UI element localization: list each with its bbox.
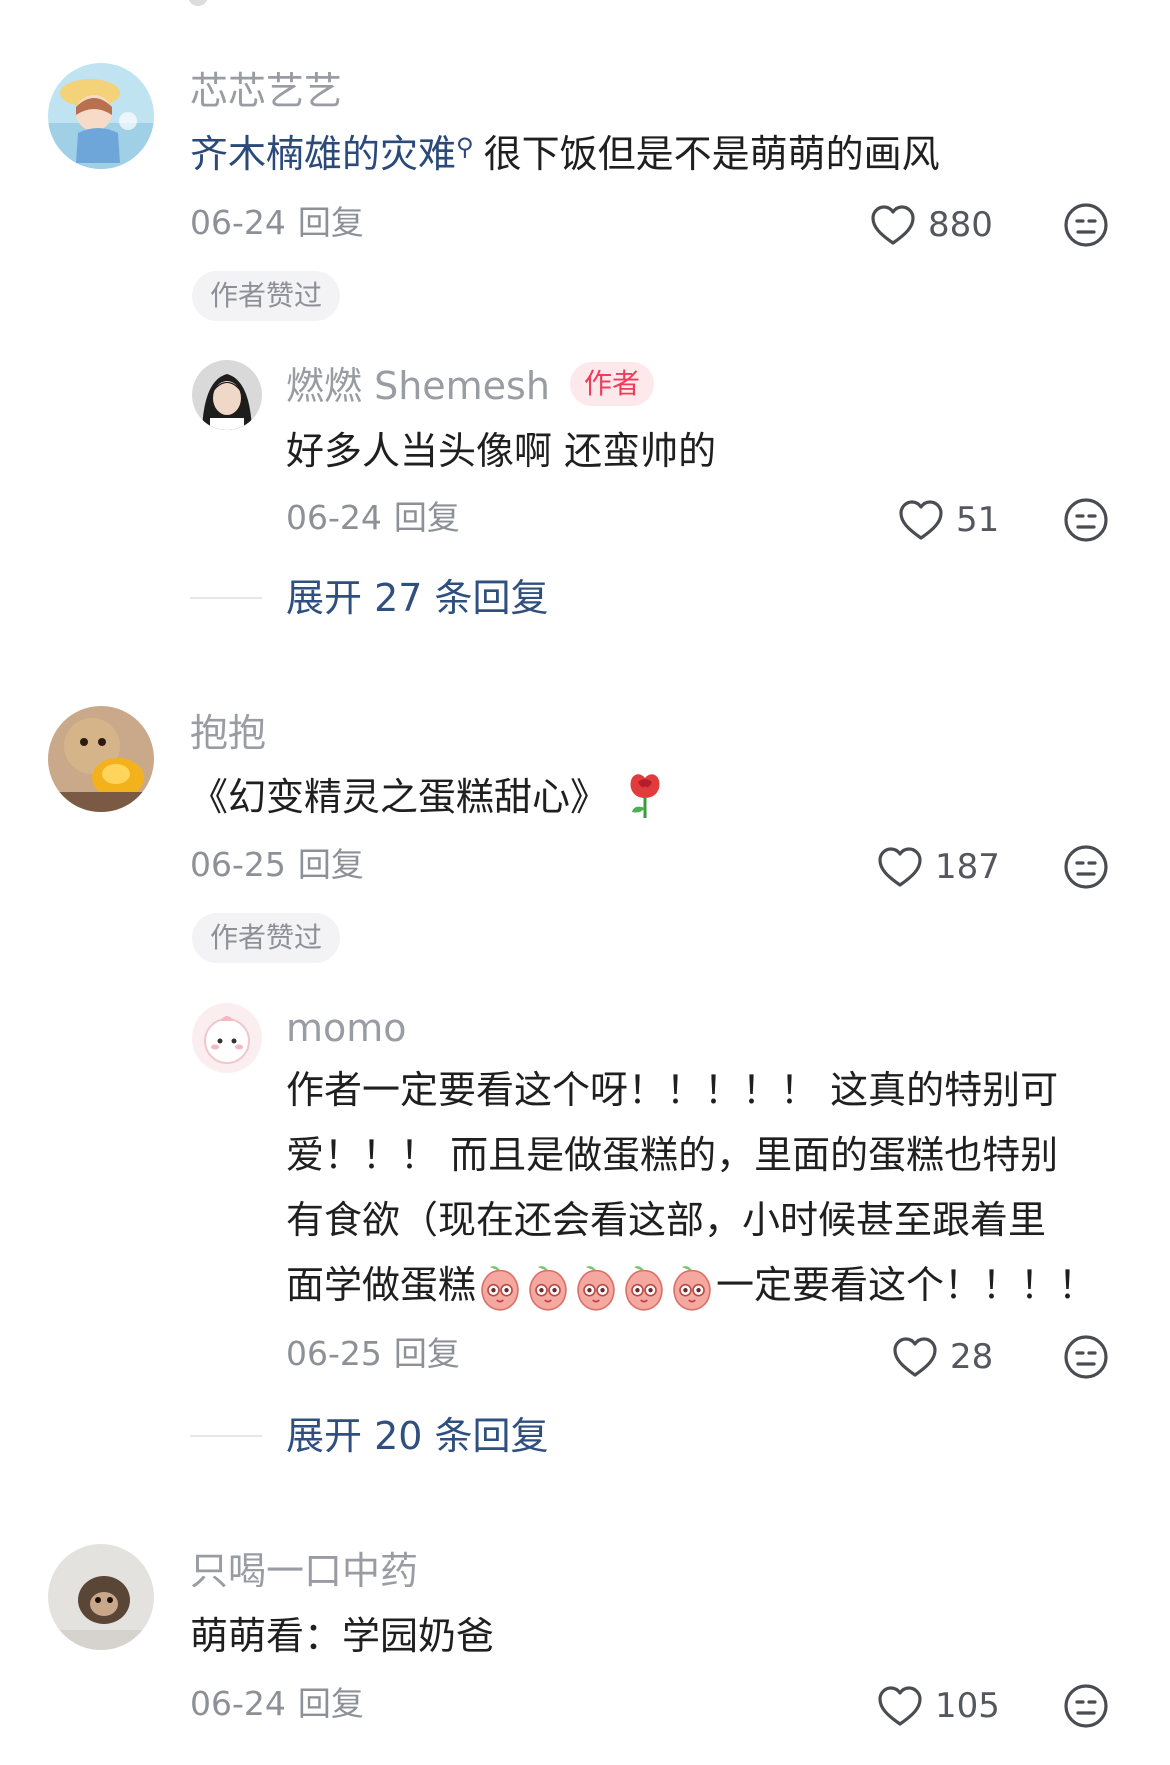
- like-count: 105: [935, 1686, 1000, 1726]
- author-badge: 作者: [570, 362, 655, 406]
- meh-face-icon[interactable]: [1063, 497, 1109, 543]
- search-link[interactable]: 齐木楠雄的灾难: [190, 132, 456, 176]
- expand-replies-button[interactable]: 展开 27 条回复: [286, 579, 549, 617]
- peach-face-emoji: [524, 1264, 572, 1312]
- avatar[interactable]: [48, 706, 154, 812]
- heart-outline-icon: [898, 499, 944, 541]
- reply-button[interactable]: 回复: [298, 845, 364, 884]
- comment-text: 萌萌看：学园奶爸: [190, 1614, 495, 1658]
- reply-button[interactable]: 回复: [394, 1334, 460, 1373]
- like-button[interactable]: 28: [892, 1332, 993, 1382]
- like-count: 28: [950, 1337, 994, 1377]
- avatar[interactable]: [192, 360, 262, 430]
- expand-divider: [190, 1435, 262, 1437]
- reply-date: 06-24: [286, 498, 382, 537]
- reply-text-line-last: 面学做蛋糕 一定要看这个！！！！: [286, 1253, 1116, 1318]
- comment-text: 《幻变精灵之蛋糕甜心》: [190, 773, 666, 820]
- avatar[interactable]: [48, 63, 154, 169]
- peach-face-emoji: [668, 1264, 716, 1312]
- reply-text-line: 面学做蛋糕: [286, 1263, 477, 1307]
- rose-emoji: [630, 773, 660, 818]
- reply-text-line: 作者一定要看这个呀！！！！！ 这真的特别可: [286, 1068, 1059, 1112]
- meh-face-icon[interactable]: [1063, 202, 1109, 248]
- reply-username[interactable]: 燃燃 Shemesh: [286, 367, 550, 405]
- peach-face-emoji: [476, 1264, 524, 1312]
- reply-text-line: 爱！！！ 而且是做蛋糕的，里面的蛋糕也特别: [286, 1133, 1059, 1177]
- peach-face-emoji: [620, 1264, 668, 1312]
- like-button[interactable]: 880: [870, 200, 993, 250]
- comment-date: 06-24: [190, 203, 286, 242]
- search-icon[interactable]: ⚲: [456, 133, 474, 161]
- comment-date: 06-24: [190, 1684, 286, 1723]
- reply-text-line: 有食欲（现在还会看这部，小时候甚至跟着里: [286, 1198, 1047, 1242]
- scroll-edge-mark: [188, 0, 208, 6]
- reply-username[interactable]: momo: [286, 1009, 407, 1047]
- comment-username[interactable]: 只喝一口中药: [190, 1552, 418, 1590]
- comment-meta: 06-25 回复: [190, 848, 364, 881]
- expand-divider: [190, 597, 262, 599]
- like-button[interactable]: 187: [877, 842, 1000, 892]
- reply-button[interactable]: 回复: [394, 498, 460, 537]
- heart-outline-icon: [892, 1336, 938, 1378]
- expand-replies-button[interactable]: 展开 20 条回复: [286, 1417, 549, 1455]
- author-liked-chip: 作者赞过: [192, 271, 341, 321]
- reply-meta: 06-24 回复: [286, 501, 460, 534]
- meh-face-icon[interactable]: [1063, 1334, 1109, 1380]
- author-liked-chip: 作者赞过: [192, 913, 341, 963]
- comment-date: 06-25: [190, 845, 286, 884]
- comment-username[interactable]: 抱抱: [190, 714, 266, 752]
- comment-text: 齐木楠雄的灾难⚲ 很下饭但是不是萌萌的画风: [190, 135, 940, 173]
- comment-meta: 06-24 回复: [190, 206, 364, 239]
- reply-text: 作者一定要看这个呀！！！！！ 这真的特别可 爱！！！ 而且是做蛋糕的，里面的蛋糕…: [286, 1058, 1116, 1318]
- heart-outline-icon: [877, 1685, 923, 1727]
- reply-button[interactable]: 回复: [298, 203, 364, 242]
- comment-text-body: 《幻变精灵之蛋糕甜心》: [190, 775, 609, 819]
- heart-outline-icon: [877, 846, 923, 888]
- like-count: 51: [956, 500, 1000, 540]
- avatar[interactable]: [48, 1544, 154, 1650]
- reply-date: 06-25: [286, 1334, 382, 1373]
- like-count: 880: [928, 205, 993, 245]
- comment-username[interactable]: 芯芯艺艺: [190, 72, 342, 110]
- reply-meta: 06-25 回复: [286, 1337, 460, 1370]
- reply-text: 好多人当头像啊 还蛮帅的: [286, 429, 717, 473]
- like-button[interactable]: 105: [877, 1681, 1000, 1731]
- like-button[interactable]: 51: [898, 495, 999, 545]
- like-count: 187: [935, 847, 1000, 887]
- avatar[interactable]: [192, 1003, 262, 1073]
- reply-text-tail: 一定要看这个！！！！: [716, 1263, 1097, 1307]
- heart-outline-icon: [870, 204, 916, 246]
- comment-text-rest: 很下饭但是不是萌萌的画风: [483, 132, 940, 176]
- meh-face-icon[interactable]: [1063, 1683, 1109, 1729]
- comment-meta: 06-24 回复: [190, 1687, 364, 1720]
- peach-face-emoji: [572, 1264, 620, 1312]
- meh-face-icon[interactable]: [1063, 844, 1109, 890]
- reply-button[interactable]: 回复: [298, 1684, 364, 1723]
